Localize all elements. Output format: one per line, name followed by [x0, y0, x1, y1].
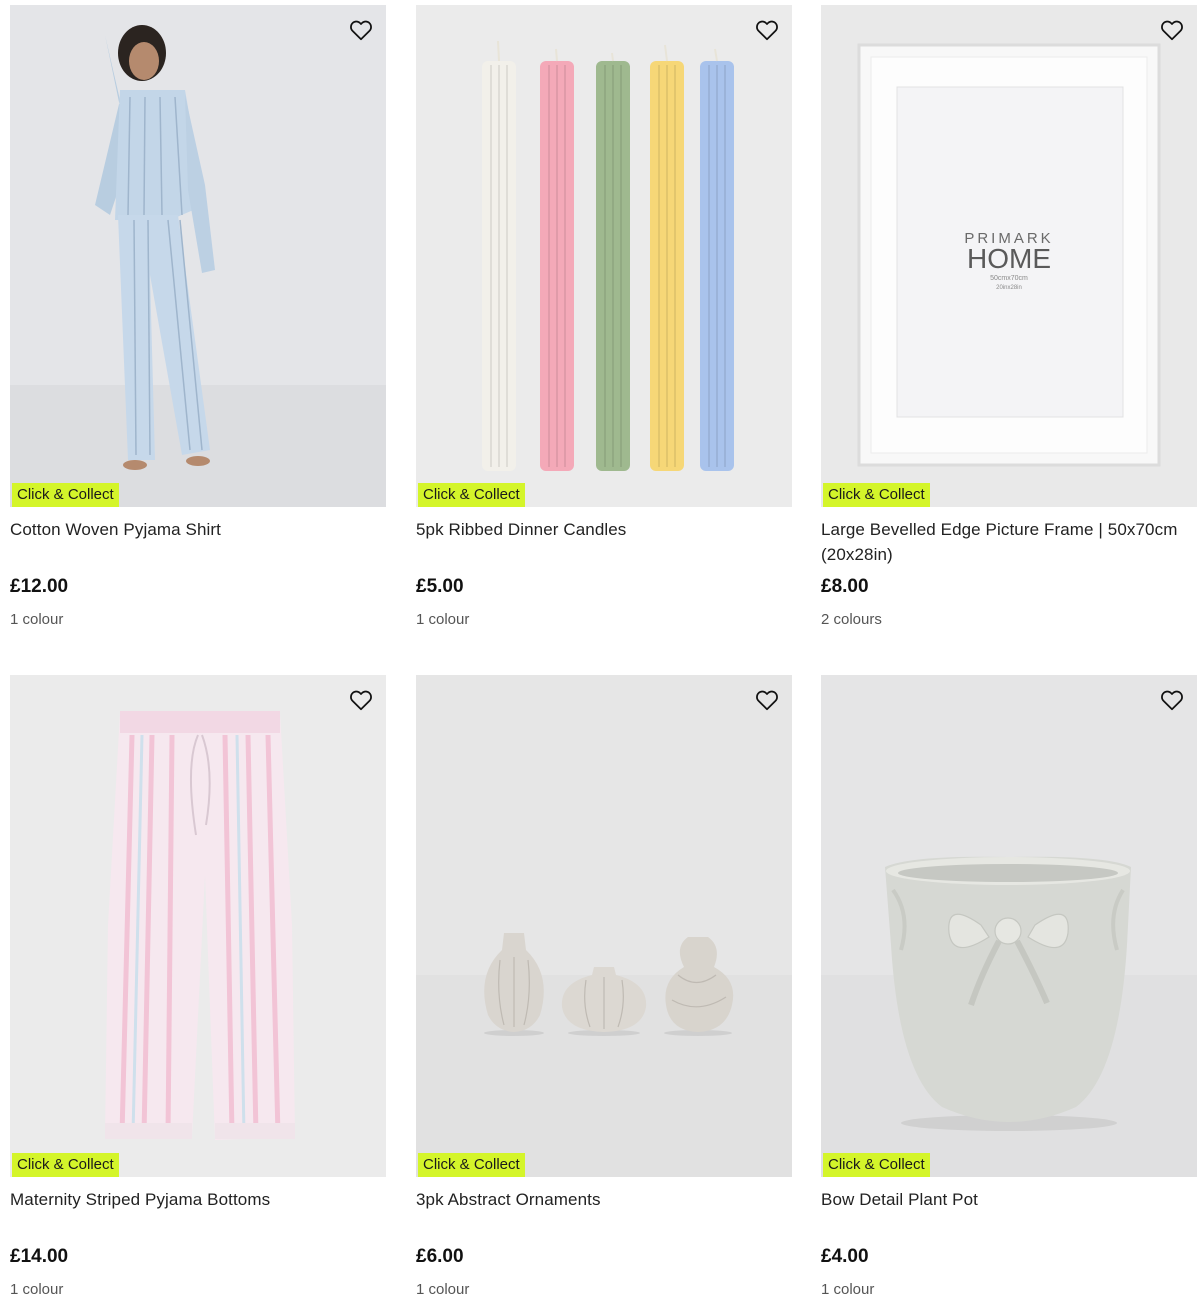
product-price: £12.00 [10, 576, 69, 597]
frame-brand-sub-text: HOME [967, 243, 1051, 274]
wishlist-button[interactable] [1159, 687, 1185, 713]
product-colour-count: 1 colour [10, 611, 64, 628]
product-title[interactable]: Large Bevelled Edge Picture Frame | 50x7… [821, 517, 1197, 567]
product-price: £14.00 [10, 1246, 69, 1267]
product-card[interactable]: Click & Collect 3pk Abstract Ornaments £… [416, 675, 792, 1300]
plant-pot-image [821, 675, 1197, 1177]
product-colour-count: 1 colour [416, 1281, 470, 1298]
candles-image [416, 5, 792, 507]
pyjama-bottoms-image [10, 675, 386, 1177]
click-collect-badge: Click & Collect [12, 1153, 119, 1177]
product-card[interactable]: Click & Collect Maternity Striped Pyjama… [10, 675, 386, 1300]
heart-outline-icon [350, 20, 372, 41]
product-title[interactable]: 3pk Abstract Ornaments [416, 1187, 792, 1237]
product-image[interactable]: Click & Collect [10, 5, 386, 507]
product-price: £8.00 [821, 576, 869, 597]
product-title[interactable]: Bow Detail Plant Pot [821, 1187, 1197, 1237]
product-card[interactable]: Click & Collect 5pk Ribbed Dinner Candle… [416, 5, 792, 630]
frame-size-cm-text: 50cmx70cm [990, 275, 1028, 282]
product-grid: Click & Collect Cotton Woven Pyjama Shir… [0, 0, 1200, 1300]
click-collect-badge: Click & Collect [418, 1153, 525, 1177]
product-price: £4.00 [821, 1246, 869, 1267]
heart-outline-icon [1161, 20, 1183, 41]
product-image[interactable]: Click & Collect [416, 5, 792, 507]
product-title[interactable]: Maternity Striped Pyjama Bottoms [10, 1187, 386, 1237]
product-image[interactable]: Click & Collect [416, 675, 792, 1177]
wishlist-button[interactable] [348, 17, 374, 43]
wishlist-button[interactable] [348, 687, 374, 713]
product-image[interactable]: Click & Collect [10, 675, 386, 1177]
wishlist-button[interactable] [1159, 17, 1185, 43]
click-collect-badge: Click & Collect [823, 1153, 930, 1177]
product-price: £5.00 [416, 576, 464, 597]
click-collect-badge: Click & Collect [12, 483, 119, 507]
product-title[interactable]: 5pk Ribbed Dinner Candles [416, 517, 792, 567]
product-colour-count: 1 colour [10, 1281, 64, 1298]
wishlist-button[interactable] [754, 687, 780, 713]
ornaments-image [416, 675, 792, 1177]
product-colour-count: 1 colour [821, 1281, 875, 1298]
product-card[interactable]: Click & Collect Bow Detail Plant Pot £4.… [821, 675, 1197, 1300]
pyjama-shirt-image [10, 5, 386, 507]
product-card[interactable]: PRIMARK HOME 50cmx70cm 20inx28in Click &… [821, 5, 1197, 630]
frame-size-in-text: 20inx28in [996, 285, 1022, 291]
heart-outline-icon [756, 690, 778, 711]
product-colour-count: 1 colour [416, 611, 470, 628]
product-colour-count: 2 colours [821, 611, 882, 628]
product-price: £6.00 [416, 1246, 464, 1267]
product-image[interactable]: PRIMARK HOME 50cmx70cm 20inx28in Click &… [821, 5, 1197, 507]
product-title[interactable]: Cotton Woven Pyjama Shirt [10, 517, 386, 567]
click-collect-badge: Click & Collect [823, 483, 930, 507]
heart-outline-icon [1161, 690, 1183, 711]
product-card[interactable]: Click & Collect Cotton Woven Pyjama Shir… [10, 5, 386, 630]
wishlist-button[interactable] [754, 17, 780, 43]
heart-outline-icon [350, 690, 372, 711]
heart-outline-icon [756, 20, 778, 41]
click-collect-badge: Click & Collect [418, 483, 525, 507]
picture-frame-image: PRIMARK HOME 50cmx70cm 20inx28in [821, 5, 1197, 507]
product-image[interactable]: Click & Collect [821, 675, 1197, 1177]
